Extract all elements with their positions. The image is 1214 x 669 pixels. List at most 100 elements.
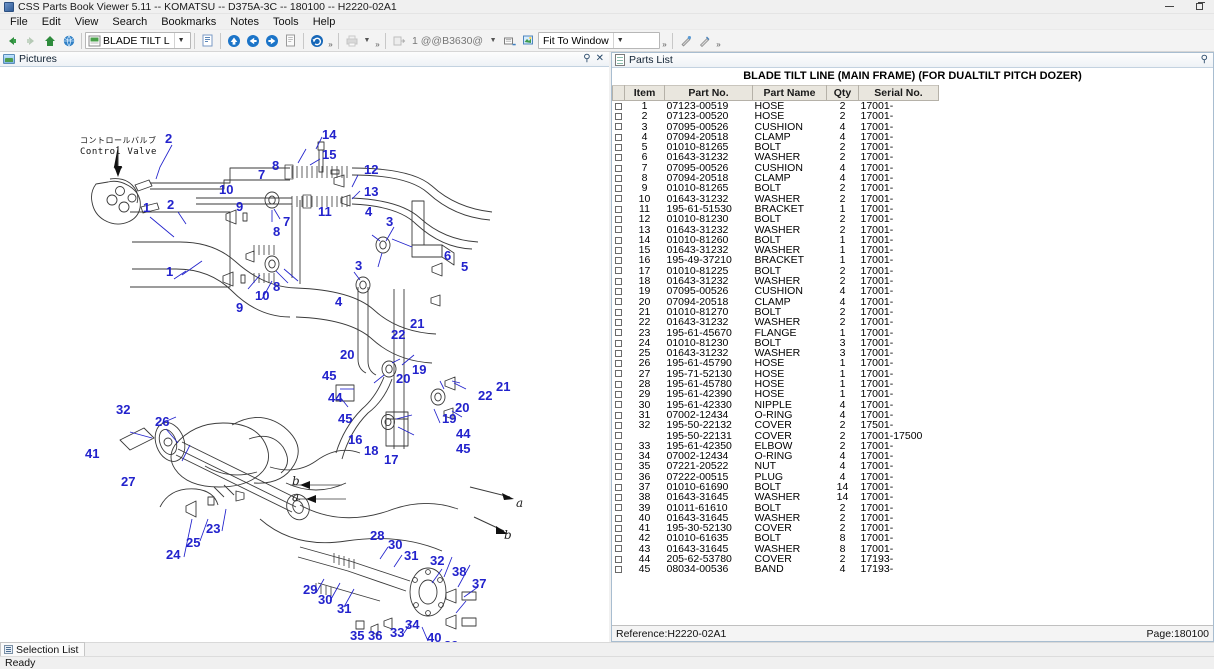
row-checkbox[interactable] (613, 101, 625, 112)
menu-help[interactable]: Help (306, 15, 343, 29)
checkbox-icon[interactable] (614, 308, 622, 316)
checkbox-icon[interactable] (614, 555, 622, 563)
row-checkbox[interactable] (613, 111, 625, 121)
row-checkbox[interactable] (613, 225, 625, 235)
toolbar-overflow-3[interactable]: » (660, 31, 669, 50)
checkbox-icon[interactable] (614, 277, 622, 285)
row-checkbox[interactable] (613, 544, 625, 554)
forward-icon[interactable] (21, 31, 40, 50)
menu-notes[interactable]: Notes (223, 15, 266, 29)
back-icon[interactable] (2, 31, 21, 50)
row-checkbox[interactable] (613, 255, 625, 265)
checkbox-icon[interactable] (614, 401, 622, 409)
checkbox-icon[interactable] (614, 236, 622, 244)
checkbox-icon[interactable] (614, 535, 622, 543)
row-checkbox[interactable] (613, 451, 625, 461)
row-checkbox[interactable] (613, 369, 625, 379)
row-checkbox[interactable] (613, 492, 625, 502)
home-icon[interactable] (40, 31, 59, 50)
checkbox-icon[interactable] (614, 164, 622, 172)
checkbox-icon[interactable] (614, 257, 622, 265)
checkbox-icon[interactable] (614, 514, 622, 522)
checkbox-icon[interactable] (614, 174, 622, 182)
checkbox-icon[interactable] (614, 442, 622, 450)
row-checkbox[interactable] (613, 523, 625, 533)
page-layout-icon[interactable] (500, 31, 519, 50)
checkbox-icon[interactable] (614, 113, 622, 121)
row-checkbox[interactable] (613, 286, 625, 296)
row-checkbox[interactable] (613, 307, 625, 317)
row-checkbox[interactable] (613, 297, 625, 307)
checkbox-icon[interactable] (614, 102, 622, 110)
pin-icon[interactable]: ⚲ (583, 54, 590, 64)
row-checkbox[interactable] (613, 420, 625, 430)
checkbox-icon[interactable] (614, 288, 622, 296)
row-checkbox[interactable] (613, 173, 625, 183)
row-checkbox[interactable] (613, 245, 625, 255)
table-row[interactable]: 45 08034-00536 BAND 4 17193- (613, 564, 1214, 575)
chevron-down-icon[interactable]: ▼ (361, 37, 373, 44)
row-checkbox[interactable] (613, 183, 625, 193)
minimize-button[interactable] (1154, 0, 1184, 14)
checkbox-icon[interactable] (614, 215, 622, 223)
nav-up-icon[interactable] (224, 31, 243, 50)
checkbox-icon[interactable] (614, 411, 622, 419)
row-checkbox[interactable] (613, 513, 625, 523)
row-checkbox[interactable] (613, 503, 625, 513)
checkbox-icon[interactable] (614, 463, 622, 471)
checkbox-icon[interactable] (614, 185, 622, 193)
table-row[interactable]: 32 195-50-22132 COVER 2 17501- (613, 420, 1214, 431)
row-checkbox[interactable] (613, 431, 625, 441)
document-icon[interactable] (281, 31, 300, 50)
picture-canvas[interactable]: コントロールバルブ Control Valve PWB3630 b a a b … (0, 67, 609, 642)
measure-icon[interactable] (676, 31, 695, 50)
print-options-combo[interactable]: ▼ (361, 32, 373, 49)
checkbox-icon[interactable] (614, 339, 622, 347)
checkbox-icon[interactable] (614, 524, 622, 532)
checkbox-icon[interactable] (614, 360, 622, 368)
row-checkbox[interactable] (613, 163, 625, 173)
restore-button[interactable] (1184, 0, 1214, 14)
checkbox-icon[interactable] (614, 267, 622, 275)
row-checkbox[interactable] (613, 317, 625, 327)
row-checkbox[interactable] (613, 410, 625, 420)
nav-prev-icon[interactable] (243, 31, 262, 50)
row-checkbox[interactable] (613, 276, 625, 286)
row-checkbox[interactable] (613, 358, 625, 368)
checkbox-icon[interactable] (614, 143, 622, 151)
checkbox-icon[interactable] (614, 154, 622, 162)
chevron-down-icon[interactable]: ▼ (487, 37, 499, 44)
row-checkbox[interactable] (613, 533, 625, 543)
col-header-part-no[interactable]: Part No. (664, 85, 753, 101)
checkbox-icon[interactable] (614, 318, 622, 326)
menu-view[interactable]: View (68, 15, 106, 29)
checkbox-icon[interactable] (614, 380, 622, 388)
col-header-serial-no[interactable]: Serial No. (858, 85, 939, 101)
toolbar-overflow-4[interactable]: » (714, 31, 723, 50)
row-checkbox[interactable] (613, 379, 625, 389)
menu-bookmarks[interactable]: Bookmarks (154, 15, 223, 29)
goto-page-icon[interactable] (389, 31, 408, 50)
menu-search[interactable]: Search (105, 15, 154, 29)
checkbox-icon[interactable] (614, 566, 622, 574)
nav-next-icon[interactable] (262, 31, 281, 50)
zoom-window-icon[interactable] (519, 31, 538, 50)
checkbox-icon[interactable] (614, 133, 622, 141)
table-row[interactable]: 22 01643-31232 WASHER 2 17001- (613, 317, 1214, 328)
checkbox-icon[interactable] (614, 391, 622, 399)
checkbox-icon[interactable] (614, 298, 622, 306)
checkbox-icon[interactable] (614, 246, 622, 254)
checkbox-icon[interactable] (614, 421, 622, 429)
col-header-item[interactable]: Item (624, 85, 665, 101)
col-header-part-name[interactable]: Part Name (752, 85, 827, 101)
col-header-qty[interactable]: Qty (826, 85, 859, 101)
row-checkbox[interactable] (613, 328, 625, 338)
checkbox-icon[interactable] (614, 123, 622, 131)
checkbox-icon[interactable] (614, 452, 622, 460)
chevron-down-icon[interactable]: ▼ (612, 33, 627, 48)
close-icon[interactable]: ✕ (596, 54, 604, 64)
checkbox-icon[interactable] (614, 226, 622, 234)
row-checkbox[interactable] (613, 152, 625, 162)
pin-icon[interactable]: ⚲ (1201, 55, 1208, 65)
row-checkbox[interactable] (613, 564, 625, 574)
